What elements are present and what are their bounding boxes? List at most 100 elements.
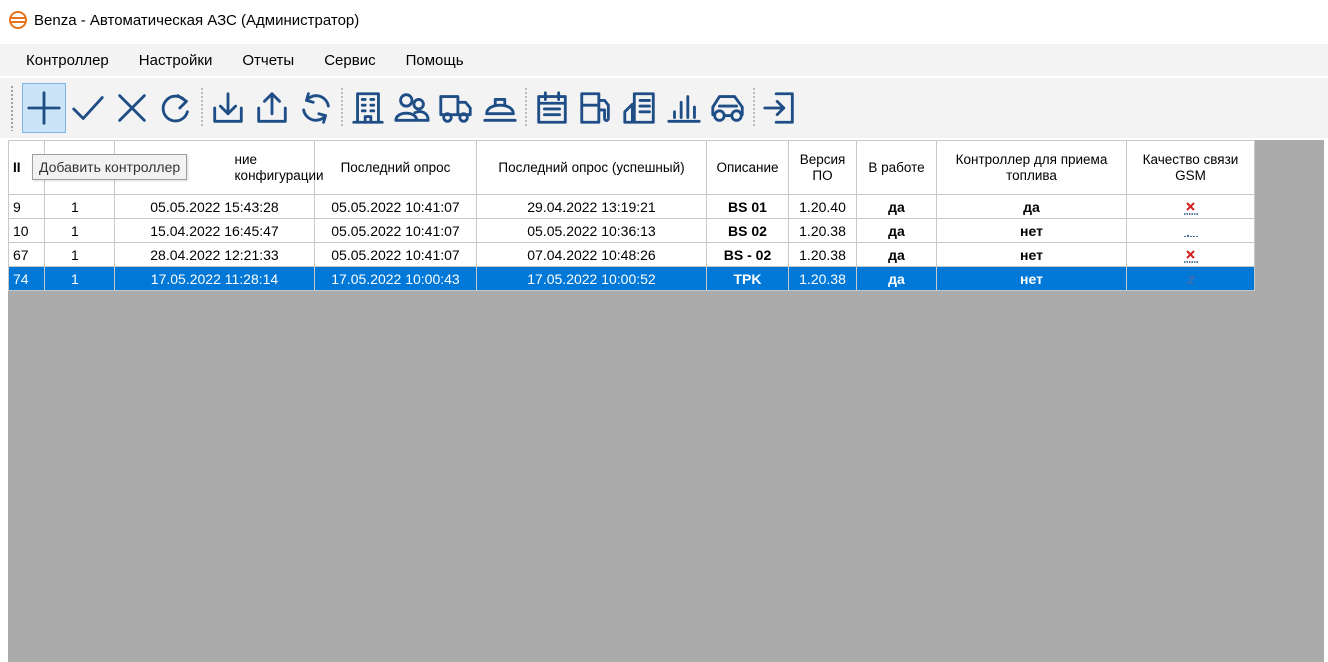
tooltip-add-controller: Добавить контроллер [32, 154, 188, 180]
chart-icon [667, 95, 701, 123]
building-icon [352, 92, 384, 124]
cell-gsm-quality [1126, 194, 1255, 219]
cell-number: 1 [44, 242, 115, 267]
add-controller-button[interactable] [22, 83, 66, 133]
cell-id: 9 [8, 194, 45, 219]
cell-description: BS - 02 [706, 242, 789, 267]
vehicles-button[interactable] [706, 83, 750, 133]
menu-settings[interactable]: Настройки [135, 49, 217, 72]
cards-button[interactable] [618, 83, 662, 133]
cell-last-poll: 17.05.2022 10:00:43 [314, 266, 477, 291]
cell-last-poll: 05.05.2022 10:41:07 [314, 218, 477, 243]
cell-fuel-controller: да [936, 194, 1127, 219]
cell-version: 1.20.38 [788, 266, 857, 291]
menu-controller[interactable]: Контроллер [22, 49, 113, 72]
cell-number: 1 [44, 266, 115, 291]
car-icon [711, 95, 744, 122]
logout-button[interactable] [758, 83, 802, 133]
cell-config-change: 28.04.2022 12:21:33 [114, 242, 315, 267]
cell-last-poll-success: 17.05.2022 10:00:52 [476, 266, 707, 291]
toolbar-separator [753, 88, 755, 128]
header-gsm-quality[interactable]: Качество связи GSM [1126, 140, 1255, 195]
header-version[interactable]: Версия ПО [788, 140, 857, 195]
users-icon [394, 93, 430, 122]
card-icon [623, 92, 655, 124]
cell-gsm-quality [1126, 218, 1255, 243]
cell-fuel-controller: нет [936, 218, 1127, 243]
table-row[interactable]: 9 1 05.05.2022 15:43:28 05.05.2022 10:41… [8, 194, 1255, 219]
tank-icon [483, 98, 517, 122]
plus-icon [27, 91, 61, 125]
cell-number: 1 [44, 218, 115, 243]
table-header-row: II ние конфигурации Последний опрос Посл… [8, 140, 1255, 195]
cell-description: BS 02 [706, 218, 789, 243]
cell-fuel-controller: нет [936, 242, 1127, 267]
cell-in-work: да [856, 266, 937, 291]
cell-gsm-quality [1126, 266, 1255, 291]
cell-id: 67 [8, 242, 45, 267]
download-button[interactable] [206, 83, 250, 133]
cell-version: 1.20.38 [788, 242, 857, 267]
table-row[interactable]: 10 1 15.04.2022 16:45:47 05.05.2022 10:4… [8, 218, 1255, 243]
calendar-icon [537, 91, 567, 124]
gsm-no-signal-icon [1183, 249, 1198, 263]
toolbar-separator [525, 88, 527, 128]
controllers-table: II ние конфигурации Последний опрос Посл… [8, 140, 1255, 291]
table-row-selected[interactable]: 74 1 17.05.2022 11:28:14 17.05.2022 10:0… [8, 266, 1255, 291]
cell-version: 1.20.40 [788, 194, 857, 219]
header-last-poll[interactable]: Последний опрос [314, 140, 477, 195]
cell-last-poll-success: 29.04.2022 13:19:21 [476, 194, 707, 219]
upload-button[interactable] [250, 83, 294, 133]
cell-last-poll-success: 07.04.2022 10:48:26 [476, 242, 707, 267]
sync-icon [302, 92, 330, 124]
cell-in-work: да [856, 218, 937, 243]
cell-config-change: 15.04.2022 16:45:47 [114, 218, 315, 243]
tanks-button[interactable] [478, 83, 522, 133]
cell-version: 1.20.38 [788, 218, 857, 243]
header-description[interactable]: Описание [706, 140, 789, 195]
menu-service[interactable]: Сервис [320, 49, 379, 72]
title-bar: Benza - Автоматическая АЗС (Администрато… [0, 0, 1328, 40]
sync-button[interactable] [294, 83, 338, 133]
cell-in-work: да [856, 194, 937, 219]
truck-icon [439, 95, 472, 123]
benza-logo-icon [9, 11, 27, 29]
check-icon [72, 96, 104, 120]
menu-help[interactable]: Помощь [402, 49, 468, 72]
window-title: Benza - Автоматическая АЗС (Администрато… [34, 11, 360, 29]
cell-config-change: 17.05.2022 11:28:14 [114, 266, 315, 291]
refresh-button[interactable] [154, 83, 198, 133]
header-in-work[interactable]: В работе [856, 140, 937, 195]
users-button[interactable] [390, 83, 434, 133]
cell-in-work: да [856, 242, 937, 267]
confirm-button[interactable] [66, 83, 110, 133]
toolbar-grip[interactable] [10, 85, 14, 131]
cell-fuel-controller: нет [936, 266, 1127, 291]
reports-button[interactable] [662, 83, 706, 133]
header-fuel-controller[interactable]: Контроллер для приема топлива [936, 140, 1127, 195]
cell-description: TPK [706, 266, 789, 291]
cell-gsm-quality [1126, 242, 1255, 267]
cell-number: 1 [44, 194, 115, 219]
toolbar-separator [341, 88, 343, 128]
fuel-button[interactable] [574, 83, 618, 133]
trucks-button[interactable] [434, 83, 478, 133]
menu-reports[interactable]: Отчеты [238, 49, 298, 72]
cell-description: BS 01 [706, 194, 789, 219]
schedule-button[interactable] [530, 83, 574, 133]
gsm-no-signal-icon [1183, 201, 1198, 215]
cell-config-change: 05.05.2022 15:43:28 [114, 194, 315, 219]
upload-icon [257, 92, 287, 123]
stations-button[interactable] [346, 83, 390, 133]
download-icon [213, 92, 243, 123]
menu-bar: Контроллер Настройки Отчеты Сервис Помощ… [0, 44, 1328, 76]
refresh-icon [161, 94, 189, 123]
cell-id: 74 [8, 266, 45, 291]
cell-last-poll: 05.05.2022 10:41:07 [314, 242, 477, 267]
cell-last-poll-success: 05.05.2022 10:36:13 [476, 218, 707, 243]
delete-button[interactable] [110, 83, 154, 133]
fuel-icon [580, 92, 610, 124]
gsm-unknown-signal-icon [1185, 275, 1196, 284]
header-last-poll-success[interactable]: Последний опрос (успешный) [476, 140, 707, 195]
table-row[interactable]: 67 1 28.04.2022 12:21:33 05.05.2022 10:4… [8, 242, 1255, 267]
